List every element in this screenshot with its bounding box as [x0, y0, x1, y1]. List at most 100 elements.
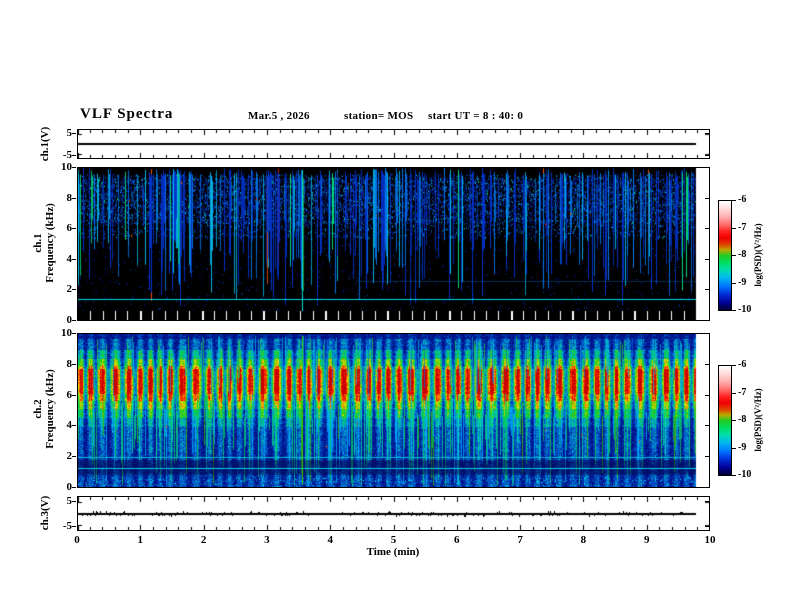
ch1-voltage-panel [77, 129, 710, 159]
freq-tick-right [705, 228, 709, 229]
freq-tick-right [705, 259, 709, 260]
ch3-voltage-axis-label: ch.3(V) [39, 495, 51, 531]
volt-tick-label: 5 [66, 127, 73, 139]
freq-tick-label: 6 [66, 389, 73, 401]
volt-tick-right [705, 501, 709, 502]
start-ut: start UT = 8 : 40: 0 [428, 110, 524, 122]
colorbar-ch1-label: log(PSD)(V²/Hz) [753, 223, 763, 287]
ch1-label-line1: ch.1 [32, 233, 44, 253]
ch2-label-line1: ch.2 [32, 399, 44, 419]
figure-title: VLF Spectra [80, 106, 174, 122]
colorbar-ch2-label: log(PSD)(V²/Hz) [753, 388, 763, 452]
time-axis-label: Time (min) [366, 546, 420, 558]
ch3-voltage-panel [77, 496, 710, 531]
colorbar-tick [732, 283, 736, 284]
colorbar-ch1 [718, 200, 732, 311]
time-tick-label: 1 [137, 534, 144, 546]
colorbar-tick [732, 393, 736, 394]
freq-tick-right [705, 364, 709, 365]
volt-tick-left [72, 155, 76, 156]
colorbar-tick-label: -10 [738, 304, 752, 315]
freq-tick-left [72, 333, 76, 334]
freq-tick-label: 4 [66, 419, 73, 431]
time-tick-label: 2 [200, 534, 207, 546]
colorbar-tick [732, 365, 736, 366]
colorbar-tick [732, 448, 736, 449]
freq-tick-label: 4 [66, 253, 73, 265]
volt-tick-label: -5 [62, 149, 72, 161]
colorbar-tick-label: -6 [738, 194, 747, 205]
time-tick-label: 6 [454, 534, 460, 546]
station-name: station= MOS [344, 110, 414, 122]
colorbar-ch2 [718, 365, 732, 476]
freq-tick-right [705, 395, 709, 396]
freq-tick-label: 8 [66, 192, 73, 204]
freq-tick-right [705, 198, 709, 199]
freq-tick-label: 10 [61, 161, 72, 173]
freq-tick-left [72, 364, 76, 365]
volt-tick-label: -5 [62, 520, 72, 532]
time-tick-label: 8 [580, 534, 587, 546]
freq-tick-right [705, 167, 709, 168]
vlf-spectra-figure: VLF Spectra Mar.5 , 2026 station= MOS st… [0, 0, 792, 612]
ch2-spectrogram-panel [77, 333, 710, 488]
colorbar-tick-label: -9 [738, 277, 747, 288]
time-tick-label: 0 [74, 534, 80, 546]
freq-tick-left [72, 320, 76, 321]
colorbar-tick [732, 200, 736, 201]
freq-tick-right [705, 320, 709, 321]
freq-tick-right [705, 487, 709, 488]
volt-tick-right [705, 155, 709, 156]
colorbar-tick [732, 310, 736, 311]
ch1-spectrogram [78, 168, 709, 320]
volt-tick-right [705, 133, 709, 134]
ch1-spectrogram-panel [77, 167, 710, 321]
freq-tick-right [705, 456, 709, 457]
time-tick-label: 5 [390, 534, 397, 546]
freq-tick-label: 8 [66, 358, 73, 370]
time-tick-label: 10 [704, 534, 716, 546]
ch2-spectrogram [78, 334, 709, 487]
colorbar-tick [732, 228, 736, 229]
freq-tick-right [705, 333, 709, 334]
time-tick-label: 4 [327, 534, 333, 546]
volt-tick-left [72, 501, 76, 502]
volt-tick-left [72, 133, 76, 134]
freq-tick-left [72, 425, 76, 426]
freq-tick-label: 10 [61, 327, 72, 339]
colorbar-tick [732, 255, 736, 256]
time-tick-label: 3 [264, 534, 270, 546]
colorbar-tick-label: -8 [738, 414, 747, 425]
time-tick-label: 9 [643, 534, 650, 546]
volt-tick-left [72, 526, 76, 527]
freq-tick-label: 2 [66, 450, 73, 462]
figure-date: Mar.5 , 2026 [248, 110, 310, 122]
freq-tick-right [705, 425, 709, 426]
volt-tick-right [705, 526, 709, 527]
volt-tick-label: 5 [66, 495, 73, 507]
freq-tick-right [705, 289, 709, 290]
colorbar-tick-label: -9 [738, 442, 747, 453]
freq-tick-left [72, 395, 76, 396]
freq-tick-left [72, 198, 76, 199]
freq-tick-label: 6 [66, 222, 73, 234]
colorbar-tick [732, 475, 736, 476]
freq-tick-left [72, 456, 76, 457]
freq-tick-left [72, 259, 76, 260]
freq-tick-left [72, 167, 76, 168]
freq-tick-left [72, 228, 76, 229]
colorbar-tick-label: -8 [738, 249, 747, 260]
freq-tick-label: 0 [66, 481, 73, 493]
colorbar-tick [732, 420, 736, 421]
freq-tick-left [72, 289, 76, 290]
time-tick-label: 7 [517, 534, 523, 546]
freq-tick-left [72, 487, 76, 488]
freq-tick-label: 2 [66, 283, 73, 295]
colorbar-tick-label: -7 [738, 222, 747, 233]
colorbar-tick-label: -7 [738, 387, 747, 398]
colorbar-tick-label: -10 [738, 469, 752, 480]
ch3-voltage-waveform [78, 497, 709, 530]
colorbar-tick-label: -6 [738, 359, 747, 370]
freq-tick-label: 0 [66, 314, 73, 326]
ch1-voltage-waveform [78, 130, 709, 158]
